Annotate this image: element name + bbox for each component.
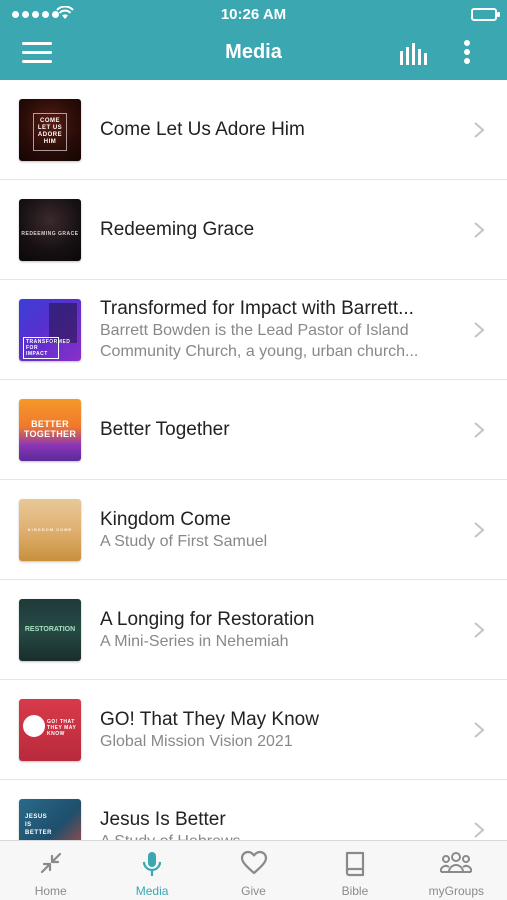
media-title: Better Together — [100, 419, 230, 440]
status-bar: 10:26 AM — [0, 0, 507, 28]
chevron-right-icon — [474, 422, 485, 438]
media-item-jesus-is-better[interactable]: JESUS IS BETTER Jesus Is Better A Study … — [0, 780, 507, 840]
tab-label: Bible — [341, 884, 369, 898]
people-icon — [440, 852, 473, 873]
tab-bar: Home Media Give Bible myGroups — [0, 840, 507, 900]
media-thumbnail: RESTORATION — [19, 599, 81, 661]
media-thumbnail: BETTER TOGETHER — [19, 399, 81, 461]
media-item-redeeming-grace[interactable]: REDEEMING GRACE Redeeming Grace — [0, 180, 507, 280]
tab-label: Give — [241, 884, 266, 898]
media-subtitle: A Study of First Samuel — [100, 532, 268, 550]
media-list: COME LET US ADORE HIM Come Let Us Adore … — [0, 80, 507, 840]
media-item-better-together[interactable]: BETTER TOGETHER Better Together — [0, 380, 507, 480]
media-title: Jesus Is Better — [100, 808, 226, 830]
media-item-a-longing-for-restoration[interactable]: RESTORATION A Longing for Restoration A … — [0, 580, 507, 680]
media-item-go-that-they-may-know[interactable]: GO! THAT THEY MAY KNOW GO! That They May… — [0, 680, 507, 780]
media-title: Redeeming Grace — [100, 219, 255, 240]
media-subtitle: A Study of Hebrews — [100, 831, 457, 841]
media-subtitle: A Mini-Series in Nehemiah — [100, 632, 289, 650]
media-thumbnail: JESUS IS BETTER — [19, 799, 81, 840]
book-icon — [345, 851, 365, 877]
media-title: Come Let Us Adore Him — [100, 119, 305, 140]
page-title: Media — [225, 41, 282, 63]
chevron-right-icon — [474, 222, 485, 238]
thumbnail-text: KINGDOM COME — [27, 527, 73, 532]
thumbnail-text: COME LET US ADORE HIM — [33, 113, 67, 151]
tab-media[interactable]: Media — [101, 841, 202, 900]
status-time: 10:26 AM — [220, 6, 287, 23]
chevron-right-icon — [474, 622, 485, 638]
media-thumbnail: GO! THAT THEY MAY KNOW — [19, 699, 81, 761]
tab-bible[interactable]: Bible — [304, 841, 405, 900]
thumbnail-text: RESTORATION — [24, 626, 76, 633]
media-subtitle: Barrett Bowden is the Lead Pastor of Isl… — [100, 322, 419, 360]
audio-bars-icon[interactable] — [399, 43, 429, 65]
media-item-come-let-us-adore-him[interactable]: COME LET US ADORE HIM Come Let Us Adore … — [0, 80, 507, 180]
chevron-right-icon — [474, 122, 485, 138]
tab-label: Media — [135, 884, 169, 898]
heart-icon — [240, 850, 267, 875]
chevron-right-icon — [474, 322, 485, 338]
media-item-kingdom-come[interactable]: KINGDOM COME Kingdom Come A Study of Fir… — [0, 480, 507, 580]
media-thumbnail: TRANSFORMED FOR IMPACT — [19, 299, 81, 361]
media-thumbnail: KINGDOM COME — [19, 499, 81, 561]
thumbnail-text: BETTER TOGETHER — [23, 419, 77, 439]
header-bar: Media — [0, 28, 507, 80]
battery-icon — [471, 8, 500, 21]
microphone-icon — [143, 852, 162, 876]
thumbnail-text: TRANSFORMED FOR IMPACT — [23, 337, 70, 359]
thumbnail-text: REDEEMING GRACE — [21, 231, 79, 237]
chevron-right-icon — [474, 822, 485, 838]
media-title: Kingdom Come — [100, 508, 231, 530]
collapse-arrows-icon — [40, 852, 61, 874]
thumbnail-text: JESUS IS BETTER — [25, 814, 52, 836]
chevron-right-icon — [474, 522, 485, 538]
tab-home[interactable]: Home — [0, 841, 101, 900]
media-thumbnail: REDEEMING GRACE — [19, 199, 81, 261]
chevron-right-icon — [474, 722, 485, 738]
more-options-icon[interactable] — [460, 40, 474, 68]
media-subtitle: Global Mission Vision 2021 — [100, 732, 293, 750]
tab-label: Home — [34, 884, 67, 898]
tab-label: myGroups — [428, 884, 484, 898]
thumbnail-text: GO! THAT THEY MAY KNOW — [47, 719, 77, 737]
media-title: GO! That They May Know — [100, 708, 319, 730]
media-title: A Longing for Restoration — [100, 608, 315, 630]
media-thumbnail: COME LET US ADORE HIM — [19, 99, 81, 161]
media-item-transformed-for-impact[interactable]: TRANSFORMED FOR IMPACT Transformed for I… — [0, 280, 507, 380]
tab-give[interactable]: Give — [203, 841, 304, 900]
tab-mygroups[interactable]: myGroups — [406, 841, 507, 900]
media-title: Transformed for Impact with Barrett... — [100, 298, 414, 319]
